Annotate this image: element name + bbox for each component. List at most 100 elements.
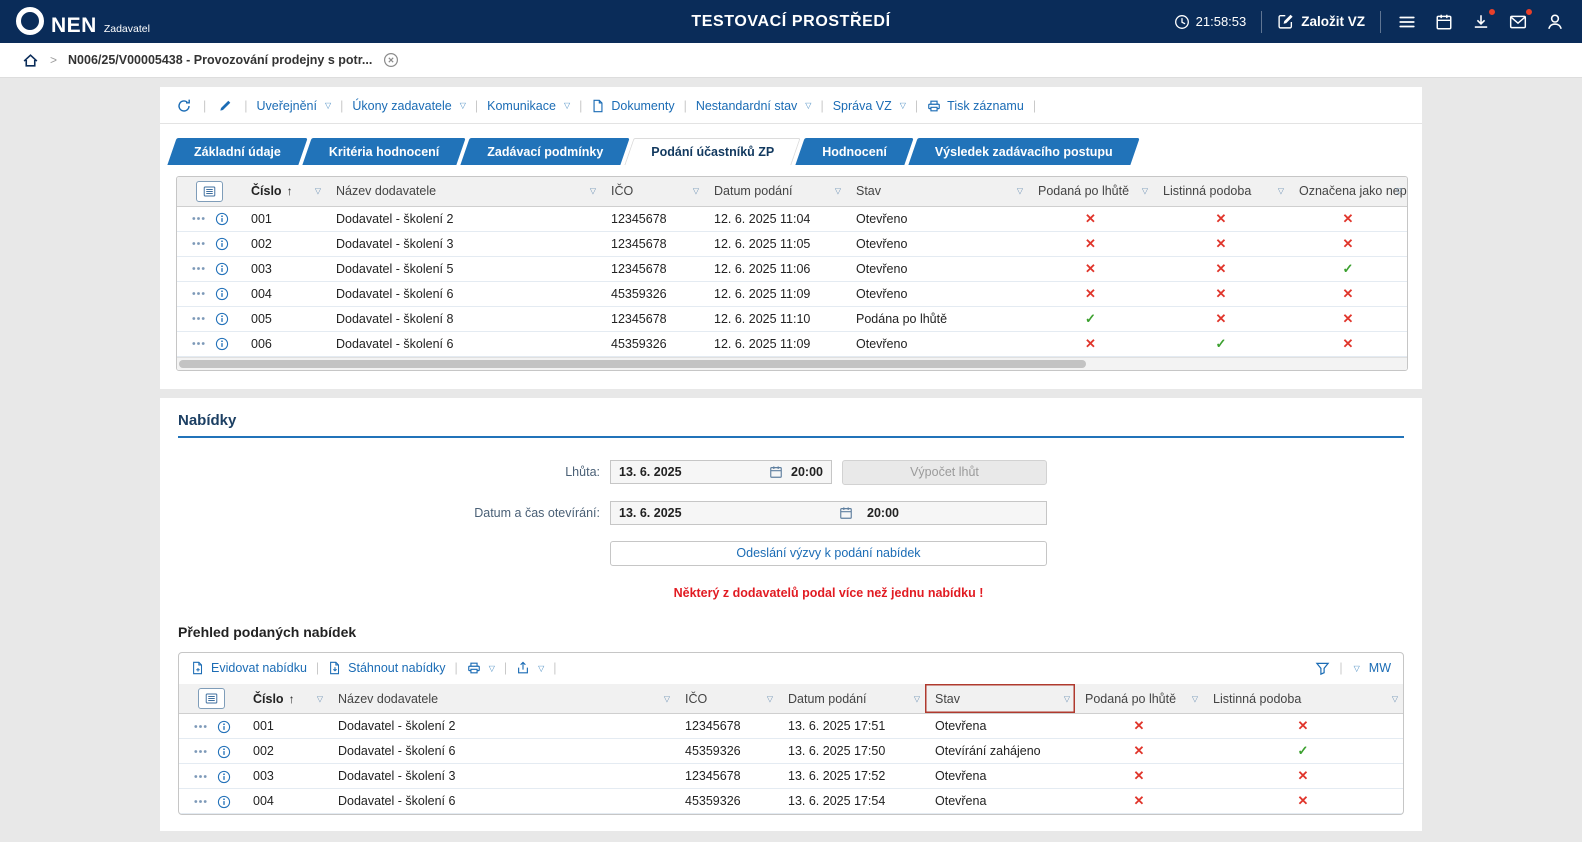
row-menu-button[interactable] [187, 335, 210, 352]
row-info-button[interactable] [210, 285, 233, 302]
filter-chevron-icon[interactable]: ▽ [664, 694, 670, 703]
row-actions [179, 788, 243, 814]
scrollbar-thumb[interactable] [179, 359, 1087, 368]
filter-chevron-icon[interactable]: ▽ [1392, 694, 1398, 703]
send-invite-button[interactable]: Odeslání výzvy k podání nabídek [610, 540, 1047, 566]
tab-hodnoceni[interactable]: Hodnocení [795, 138, 914, 165]
check-icon: ✓ [1215, 335, 1227, 351]
toolbar-item-ukony-zadavatele[interactable]: Úkony zadavatele ▽ [352, 99, 466, 113]
toolbar-item-dokumenty[interactable]: Dokumenty [591, 99, 675, 113]
filter-chevron-icon[interactable]: ▽ [1064, 694, 1070, 703]
filter-chevron-icon[interactable]: ▽ [317, 694, 323, 703]
row-menu-button[interactable] [187, 285, 210, 302]
home-button[interactable] [22, 52, 39, 69]
breadcrumb-record[interactable]: N006/25/V00005438 - Provozování prodejny… [68, 53, 372, 67]
row-info-button[interactable] [210, 260, 233, 277]
row-menu-button[interactable] [189, 767, 212, 784]
history-button[interactable] [174, 97, 194, 114]
toolbar-item-nestandardni-stav[interactable]: Nestandardní stav ▽ [696, 99, 812, 113]
messages-button[interactable] [1507, 7, 1533, 33]
ellipsis-icon [191, 336, 206, 351]
calendar-icon[interactable] [769, 465, 783, 479]
create-vz-button[interactable]: Založit VZ [1277, 13, 1365, 30]
calendar-icon[interactable] [839, 506, 853, 520]
opening-label: Datum a čas otevírání: [474, 505, 600, 520]
tab-vysledek-zadavaciho-postupu[interactable]: Výsledek zadávacího postupu [908, 138, 1140, 165]
column-chooser-button[interactable] [195, 180, 223, 202]
row-info-button[interactable] [210, 210, 233, 227]
export-button[interactable]: ▽ [516, 661, 544, 675]
toolbar-item-uverejneni[interactable]: Uveřejnění ▽ [257, 99, 332, 113]
row-menu-button[interactable] [189, 717, 212, 734]
toolbar-item-tisk-zaznamu[interactable]: Tisk záznamu [927, 99, 1024, 113]
downloads-button[interactable] [1470, 7, 1496, 33]
filter-chevron-icon[interactable]: ▽ [1142, 187, 1148, 196]
filter-chevron-icon[interactable]: ▽ [590, 187, 596, 196]
calendar-button[interactable] [1433, 11, 1455, 33]
info-icon [215, 262, 229, 276]
filter-chevron-icon[interactable]: ▽ [315, 187, 321, 196]
cell-ico: 12345678 [675, 763, 778, 789]
envelope-icon [1509, 13, 1527, 31]
row-info-button[interactable] [212, 717, 235, 734]
table-row: 004 Dodavatel - školení 6 45359326 12. 6. 2… [177, 281, 1407, 307]
tab-kriteria-hodnoceni[interactable]: Kritéria hodnocení [302, 138, 466, 165]
compute-deadlines-button[interactable]: Výpočet lhůt [842, 459, 1047, 485]
filter-chevron-icon[interactable]: ▽ [767, 694, 773, 703]
chevron-down-icon: ▽ [459, 101, 466, 110]
row-menu-button[interactable] [187, 235, 210, 252]
deadline-date-value[interactable]: 13. 6. 2025 [619, 465, 761, 479]
nen-logo[interactable]: NEN Zadavatel [16, 7, 150, 36]
horizontal-scrollbar[interactable] [177, 356, 1407, 370]
profile-button[interactable] [1544, 11, 1566, 33]
row-info-button[interactable] [212, 767, 235, 784]
tab-zakladni-udaje[interactable]: Základní údaje [167, 138, 308, 165]
row-info-button[interactable] [210, 235, 233, 252]
cell-status: Otevírání zahájeno [925, 738, 1075, 764]
chevron-down-icon: ▽ [899, 101, 906, 110]
filter-chevron-icon[interactable]: ▽ [1396, 187, 1402, 196]
chevron-down-icon[interactable]: ▽ [1354, 664, 1360, 673]
filter-chevron-icon[interactable]: ▽ [1278, 187, 1284, 196]
row-menu-button[interactable] [187, 210, 210, 227]
record-toolbar: | | Uveřejnění ▽ | Úkony zadavatele ▽ | Komuni… [160, 87, 1422, 124]
row-info-button[interactable] [210, 335, 233, 352]
row-info-button[interactable] [210, 310, 233, 327]
toolbar-item-sprava-vz[interactable]: Správa VZ ▽ [833, 99, 906, 113]
tab-podani-ucastniku-zp[interactable]: Podání účastníků ZP [624, 138, 801, 165]
chevron-down-icon: ▽ [538, 663, 545, 673]
row-info-button[interactable] [212, 792, 235, 809]
row-menu-button[interactable] [187, 310, 210, 327]
opening-date-value[interactable]: 13. 6. 2025 [619, 506, 831, 520]
ellipsis-icon [193, 794, 208, 809]
close-record-button[interactable] [383, 52, 399, 68]
server-time-value: 21:58:53 [1195, 14, 1247, 29]
header-actions: 21:58:53 Založit VZ [1174, 7, 1566, 33]
deadline-time-value[interactable]: 20:00 [791, 465, 823, 479]
tab-zadavaci-podminky[interactable]: Zadávací podmínky [460, 138, 630, 165]
row-menu-button[interactable] [189, 792, 212, 809]
opening-field[interactable]: 13. 6. 2025 20:00 [610, 500, 1047, 525]
download-bids-button[interactable]: Stáhnout nabídky [328, 661, 445, 675]
print-button[interactable]: ▽ [467, 661, 495, 675]
filter-chevron-icon[interactable]: ▽ [1017, 187, 1023, 196]
main-menu-button[interactable] [1396, 11, 1418, 33]
column-chooser-button[interactable] [197, 688, 225, 710]
record-tabs: Základní údaje Kritéria hodnocení Zadávací… [160, 124, 1422, 165]
opening-time-value[interactable]: 20:00 [867, 506, 899, 520]
filter-chevron-icon[interactable]: ▽ [914, 694, 920, 703]
filter-chevron-icon[interactable]: ▽ [693, 187, 699, 196]
cross-icon: ✕ [1133, 792, 1145, 808]
column-settings-header [177, 177, 241, 207]
edit-record-button[interactable] [215, 97, 235, 114]
toolbar-item-komunikace[interactable]: Komunikace ▽ [487, 99, 570, 113]
row-info-button[interactable] [212, 742, 235, 759]
row-menu-button[interactable] [187, 260, 210, 277]
register-bid-button[interactable]: Evidovat nabídku [191, 661, 307, 675]
mw-view-button[interactable]: MW [1369, 661, 1391, 675]
filter-chevron-icon[interactable]: ▽ [835, 187, 841, 196]
deadline-field[interactable]: 13. 6. 2025 20:00 [610, 460, 832, 484]
filter-chevron-icon[interactable]: ▽ [1192, 694, 1198, 703]
row-menu-button[interactable] [189, 742, 212, 759]
filter-button[interactable] [1315, 661, 1330, 677]
